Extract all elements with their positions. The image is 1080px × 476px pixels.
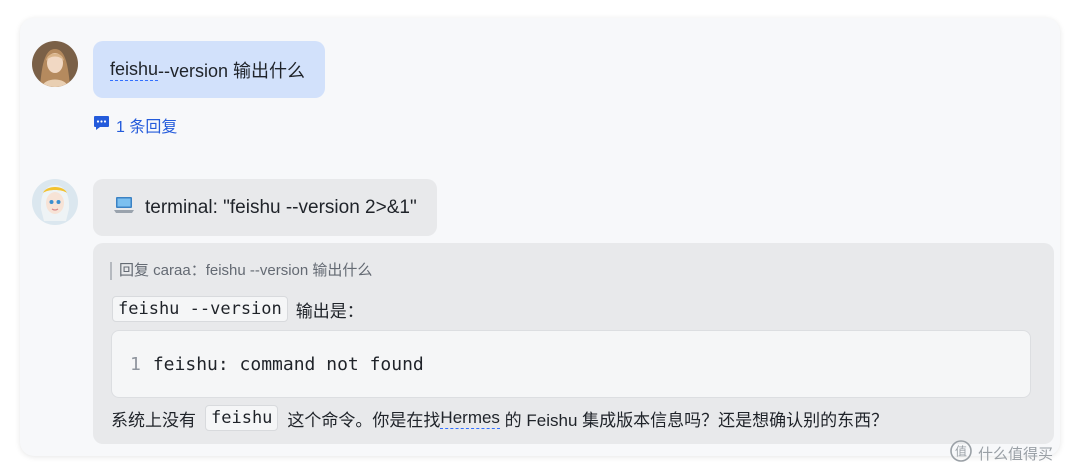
user-message-bubble: feishu --version 输出什么: [93, 41, 326, 98]
answer-line: feishu --version 输出是：: [112, 296, 364, 322]
final-prefix: 系统上没有: [111, 410, 196, 430]
user-message-text: --version 输出什么: [158, 60, 306, 81]
quote-prefix: 回复 caraa：: [119, 262, 206, 279]
user-avatar[interactable]: [32, 41, 78, 87]
hermes-link[interactable]: Hermes: [440, 408, 500, 429]
inline-code-command: feishu --version: [112, 296, 288, 322]
final-mid: 这个命令。你是在找: [287, 410, 441, 430]
code-line-number: 1: [130, 353, 141, 375]
smzdm-logo-icon: 值: [950, 440, 972, 466]
reply-count-label: 1 条回复: [116, 119, 178, 136]
svg-text:值: 值: [955, 444, 967, 459]
comment-icon: [93, 115, 110, 136]
laptop-icon: [113, 195, 135, 221]
terminal-call-bubble: terminal: "feishu --version 2>&1": [93, 179, 437, 236]
reply-quote[interactable]: 回复 caraa：feishu --version 输出什么: [110, 262, 372, 280]
code-block[interactable]: 1 feishu: command not found: [111, 330, 1031, 398]
final-suffix: 的 Feishu 集成版本信息吗？还是想确认别的东西？: [499, 410, 889, 430]
code-line: feishu: command not found: [152, 353, 424, 375]
bot-reply-card: 回复 caraa：feishu --version 输出什么 feishu --…: [93, 243, 1054, 444]
terminal-call-label: terminal: "feishu --version 2>&1": [145, 196, 417, 218]
watermark: 值 什么值得买: [950, 440, 1053, 466]
inline-code-feishu: feishu: [205, 405, 279, 431]
bot-avatar[interactable]: [32, 179, 78, 225]
watermark-text: 什么值得买: [978, 445, 1054, 463]
final-answer-line: 系统上没有 feishu 这个命令。你是在找 Hermes 的 Feishu 集…: [111, 405, 888, 431]
quote-text: feishu --version 输出什么: [205, 262, 373, 279]
reply-count-link[interactable]: 1 条回复: [93, 113, 177, 137]
answer-suffix: 输出是：: [295, 301, 364, 321]
user-message-keyword[interactable]: feishu: [110, 59, 159, 81]
